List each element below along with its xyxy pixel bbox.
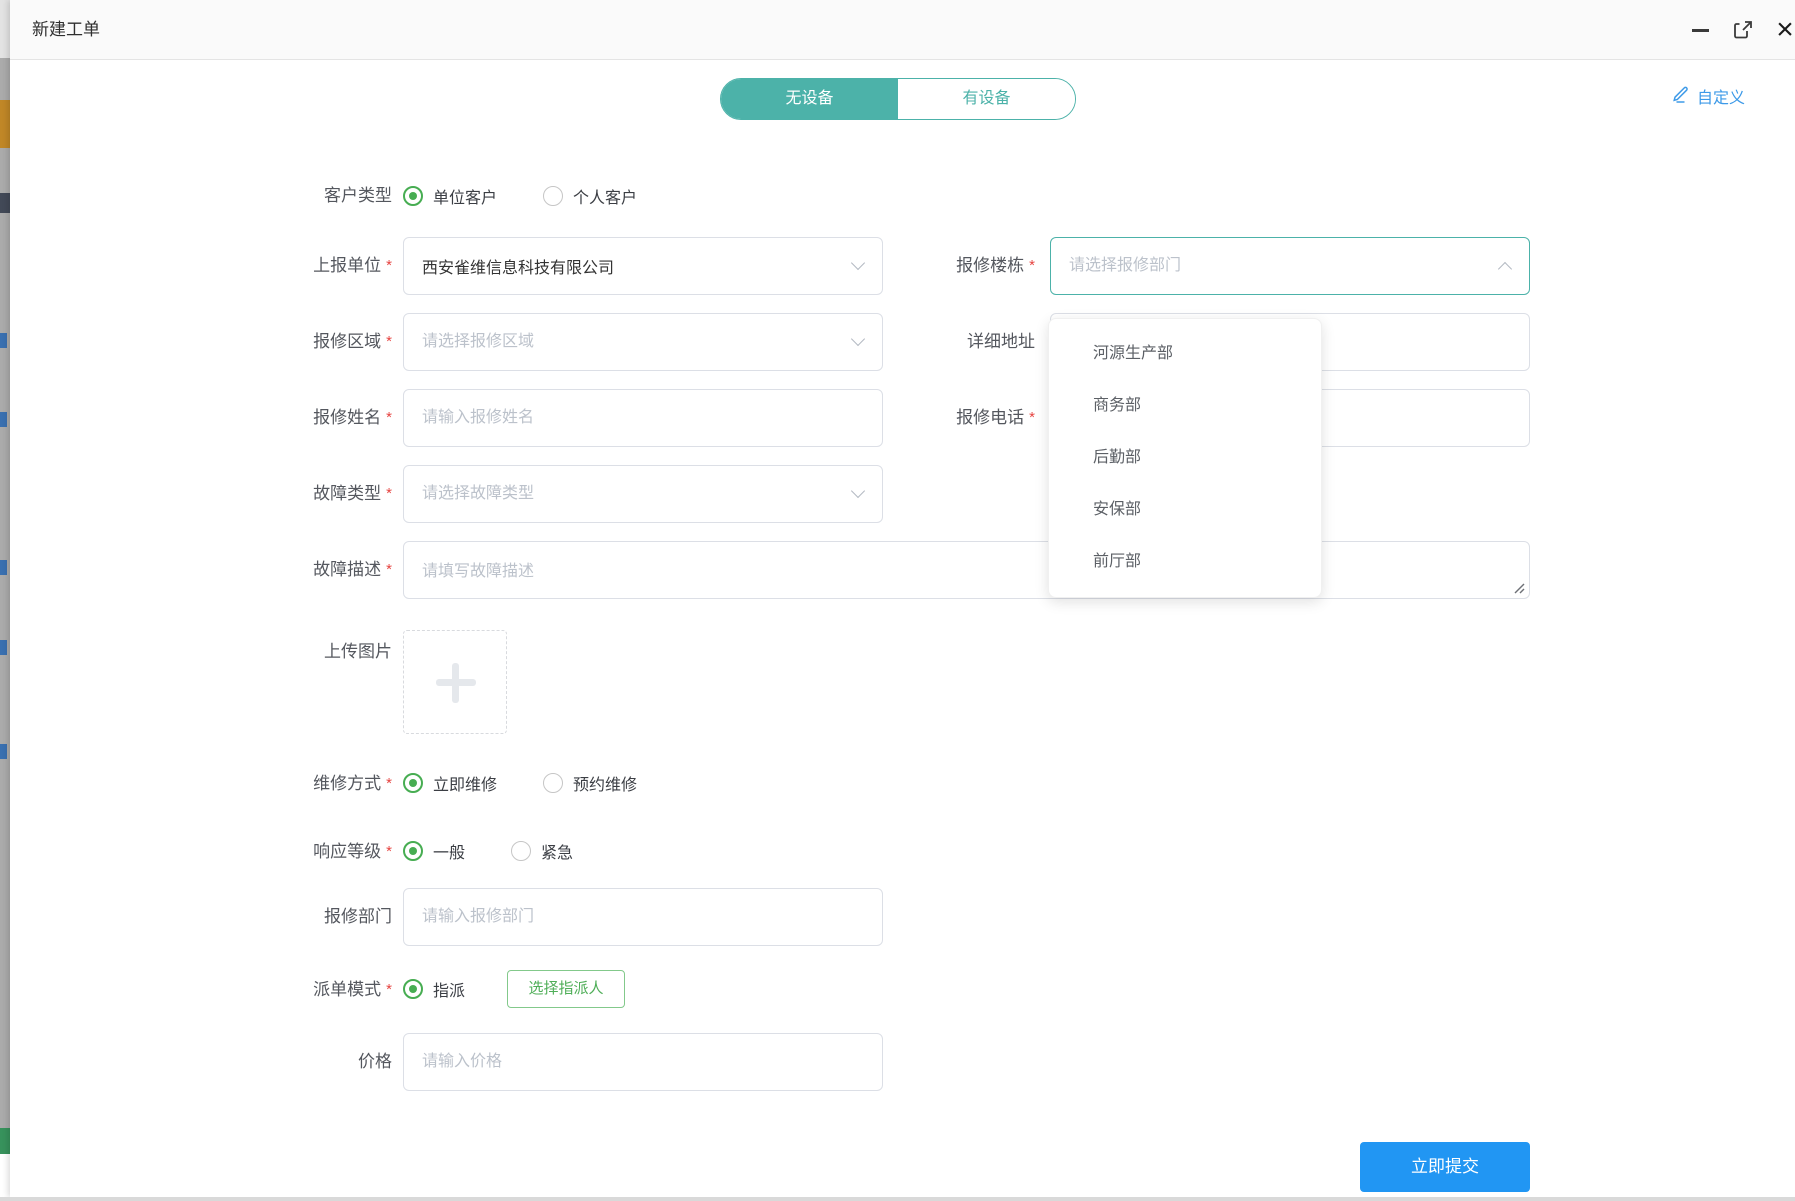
response-level-label: 响应等级* (110, 840, 392, 865)
report-unit-select[interactable] (403, 237, 883, 295)
radio-normal-label[interactable]: 一般 (433, 839, 465, 863)
submit-button[interactable]: 立即提交 (1360, 1142, 1530, 1192)
repair-dept-input[interactable] (403, 888, 883, 946)
device-tabs: 无设备 有设备 (720, 78, 1076, 120)
radio-personal-customer-label[interactable]: 个人客户 (573, 184, 637, 208)
repair-mode-radios: 立即维修 预约维修 (403, 770, 673, 796)
radio-unit-customer-label[interactable]: 单位客户 (433, 184, 497, 208)
fault-type-input[interactable] (403, 465, 883, 523)
report-unit-label: 上报单位* (110, 254, 392, 279)
repair-name-label: 报修姓名* (110, 406, 392, 431)
background-fragment (0, 560, 7, 575)
background-fragment (0, 744, 7, 759)
radio-immediate-repair-label[interactable]: 立即维修 (433, 771, 497, 795)
tab-has-device[interactable]: 有设备 (898, 79, 1075, 119)
close-icon[interactable]: × (1770, 12, 1795, 48)
price-field[interactable] (403, 1033, 883, 1091)
resize-handle-icon[interactable] (1512, 581, 1525, 594)
radio-unit-customer[interactable] (403, 186, 423, 206)
repair-area-label: 报修区域* (110, 330, 392, 355)
choose-assignee-button[interactable]: 选择指派人 (507, 970, 625, 1008)
page-title: 新建工单 (32, 0, 100, 60)
customize-link[interactable]: 自定义 (1672, 84, 1745, 108)
fault-desc-field[interactable] (403, 541, 1530, 599)
background-fragment (0, 1154, 10, 1201)
upload-image-label: 上传图片 (110, 640, 392, 664)
dropdown-option[interactable]: 商务部 (1049, 380, 1321, 432)
customer-type-radios: 单位客户 个人客户 (403, 183, 673, 209)
radio-assign-label[interactable]: 指派 (433, 977, 465, 1001)
repair-building-dropdown: 河源生产部 商务部 后勤部 安保部 前厅部 (1048, 318, 1322, 598)
dropdown-option[interactable]: 河源生产部 (1049, 328, 1321, 380)
repair-area-select[interactable] (403, 313, 883, 371)
plus-icon (452, 663, 459, 703)
radio-personal-customer[interactable] (543, 186, 563, 206)
repair-name-field[interactable] (403, 389, 883, 447)
radio-assign[interactable] (403, 979, 423, 999)
repair-building-input[interactable] (1050, 237, 1530, 295)
background-app-sliver (0, 0, 10, 1201)
dispatch-mode-radios: 指派 (403, 976, 501, 1002)
radio-immediate-repair[interactable] (403, 773, 423, 793)
customize-label: 自定义 (1697, 84, 1745, 108)
repair-phone-label: 报修电话* (890, 406, 1035, 431)
radio-urgent-label[interactable]: 紧急 (541, 839, 573, 863)
response-level-radios: 一般 紧急 (403, 838, 609, 864)
fault-desc-textarea[interactable] (403, 541, 1530, 599)
background-fragment (0, 640, 7, 655)
radio-normal[interactable] (403, 841, 423, 861)
radio-appointment-repair[interactable] (543, 773, 563, 793)
repair-building-select[interactable] (1050, 237, 1530, 295)
screen: 新建工单 × 无设备 有设备 (0, 0, 1795, 1201)
background-fragment (0, 0, 10, 58)
repair-building-label: 报修楼栋* (890, 254, 1035, 279)
radio-appointment-repair-label[interactable]: 预约维修 (573, 771, 637, 795)
dropdown-option[interactable]: 安保部 (1049, 484, 1321, 536)
repair-dept-field[interactable] (403, 888, 883, 946)
edit-pencil-icon (1672, 84, 1691, 108)
background-fragment (0, 412, 7, 427)
background-fragment (0, 193, 10, 213)
dropdown-option[interactable]: 后勤部 (1049, 432, 1321, 484)
fault-type-select[interactable] (403, 465, 883, 523)
repair-name-input[interactable] (403, 389, 883, 447)
upload-image-box[interactable] (403, 630, 507, 734)
modal-titlebar: 新建工单 × (10, 0, 1795, 60)
fault-type-label: 故障类型* (110, 482, 392, 507)
maximize-icon[interactable] (1732, 19, 1754, 41)
dispatch-mode-label: 派单模式* (110, 978, 392, 1003)
bottom-divider (0, 1197, 1795, 1201)
dropdown-option[interactable]: 前厅部 (1049, 536, 1321, 588)
background-fragment (0, 100, 10, 148)
fault-desc-label: 故障描述* (110, 558, 392, 583)
repair-dept-label: 报修部门 (110, 905, 392, 929)
price-input[interactable] (403, 1033, 883, 1091)
radio-urgent[interactable] (511, 841, 531, 861)
tab-no-device[interactable]: 无设备 (721, 79, 898, 119)
background-fragment (0, 1128, 10, 1154)
repair-area-input[interactable] (403, 313, 883, 371)
new-workorder-modal: 新建工单 × 无设备 有设备 (10, 0, 1795, 1197)
repair-mode-label: 维修方式* (110, 772, 392, 797)
minimize-icon[interactable] (1692, 29, 1709, 32)
customer-type-label: 客户类型 (110, 184, 392, 208)
price-label: 价格 (110, 1050, 392, 1074)
background-fragment (0, 333, 7, 348)
report-unit-value[interactable] (403, 237, 883, 295)
detail-address-label: 详细地址 (890, 330, 1035, 354)
